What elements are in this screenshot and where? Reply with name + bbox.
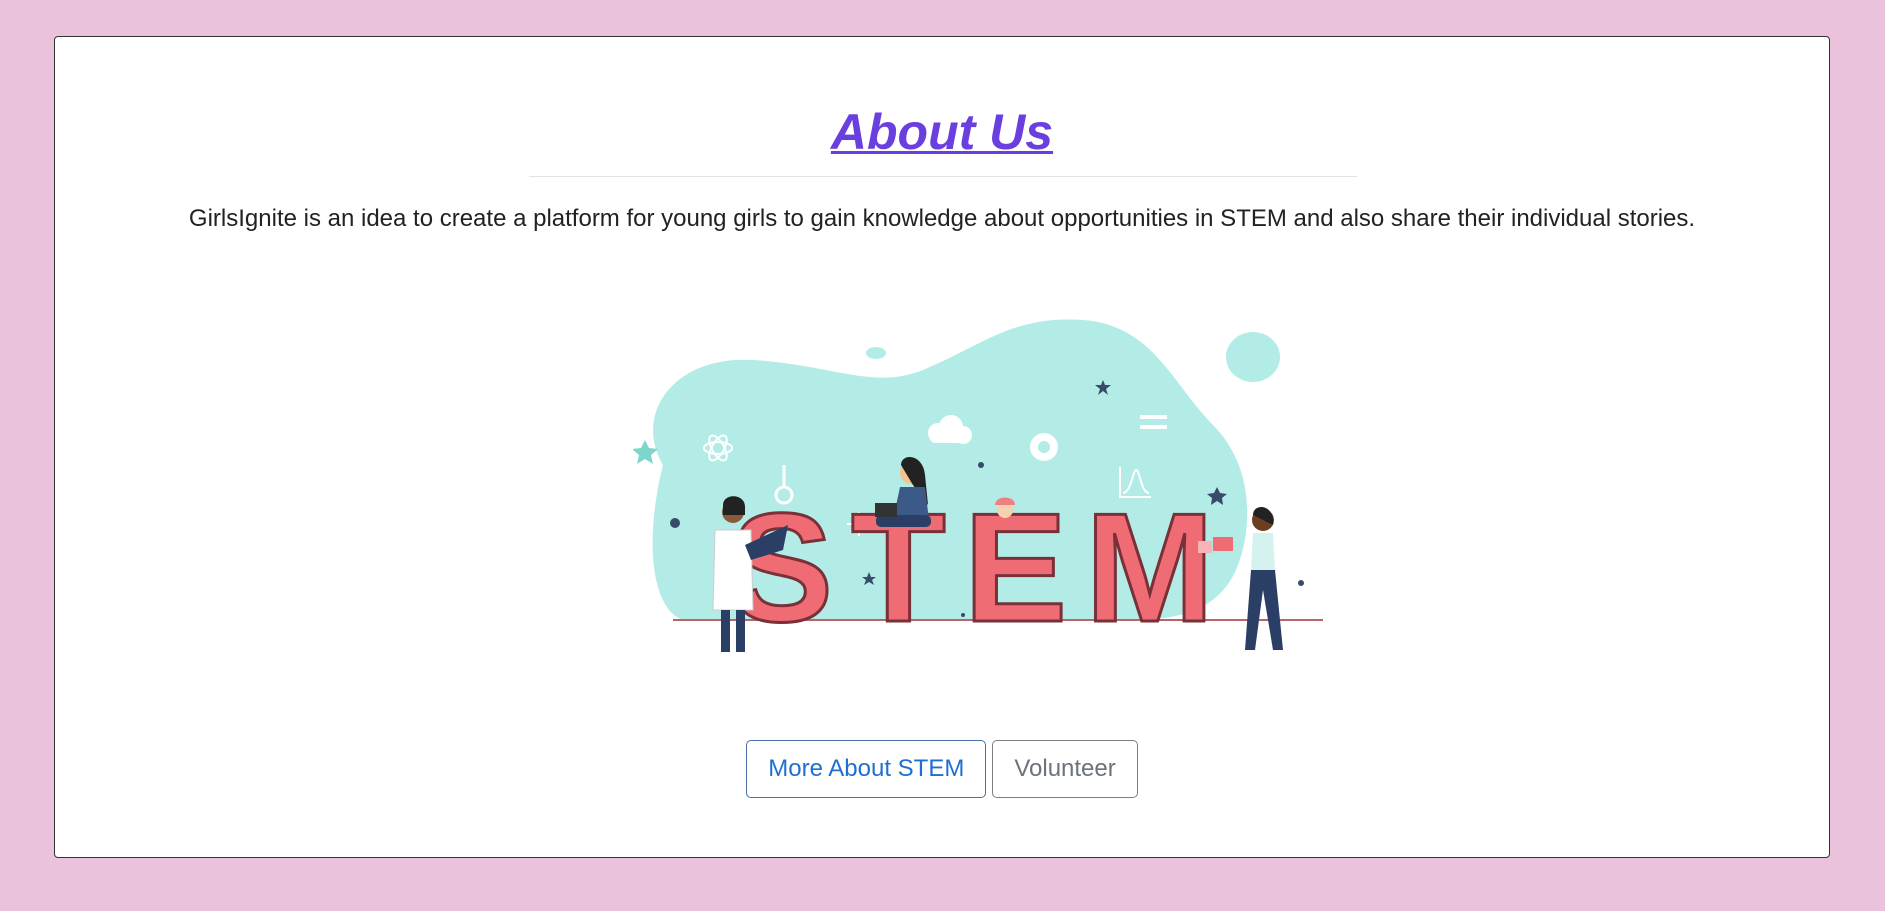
blob-dot-small <box>866 347 886 359</box>
page-title: About Us <box>830 104 1054 160</box>
volunteer-button[interactable]: Volunteer <box>992 740 1138 798</box>
search-icon <box>1301 553 1328 580</box>
blob-dot <box>1226 332 1280 382</box>
dot-icon <box>978 462 984 468</box>
about-description: GirlsIgnite is an idea to create a platf… <box>188 205 1696 232</box>
action-buttons: More About STEM Volunteer <box>55 740 1829 798</box>
stem-letters: STEM <box>730 481 1233 654</box>
title-divider <box>529 176 1357 177</box>
star-icon <box>633 440 658 464</box>
more-about-stem-button[interactable]: More About STEM <box>746 740 987 798</box>
about-card: About Us GirlsIgnite is an idea to creat… <box>54 36 1830 858</box>
stem-illustration: STEM <box>633 319 1328 656</box>
dot-icon <box>1298 580 1304 586</box>
dot-icon <box>670 518 680 528</box>
gear-icon <box>1030 433 1058 461</box>
